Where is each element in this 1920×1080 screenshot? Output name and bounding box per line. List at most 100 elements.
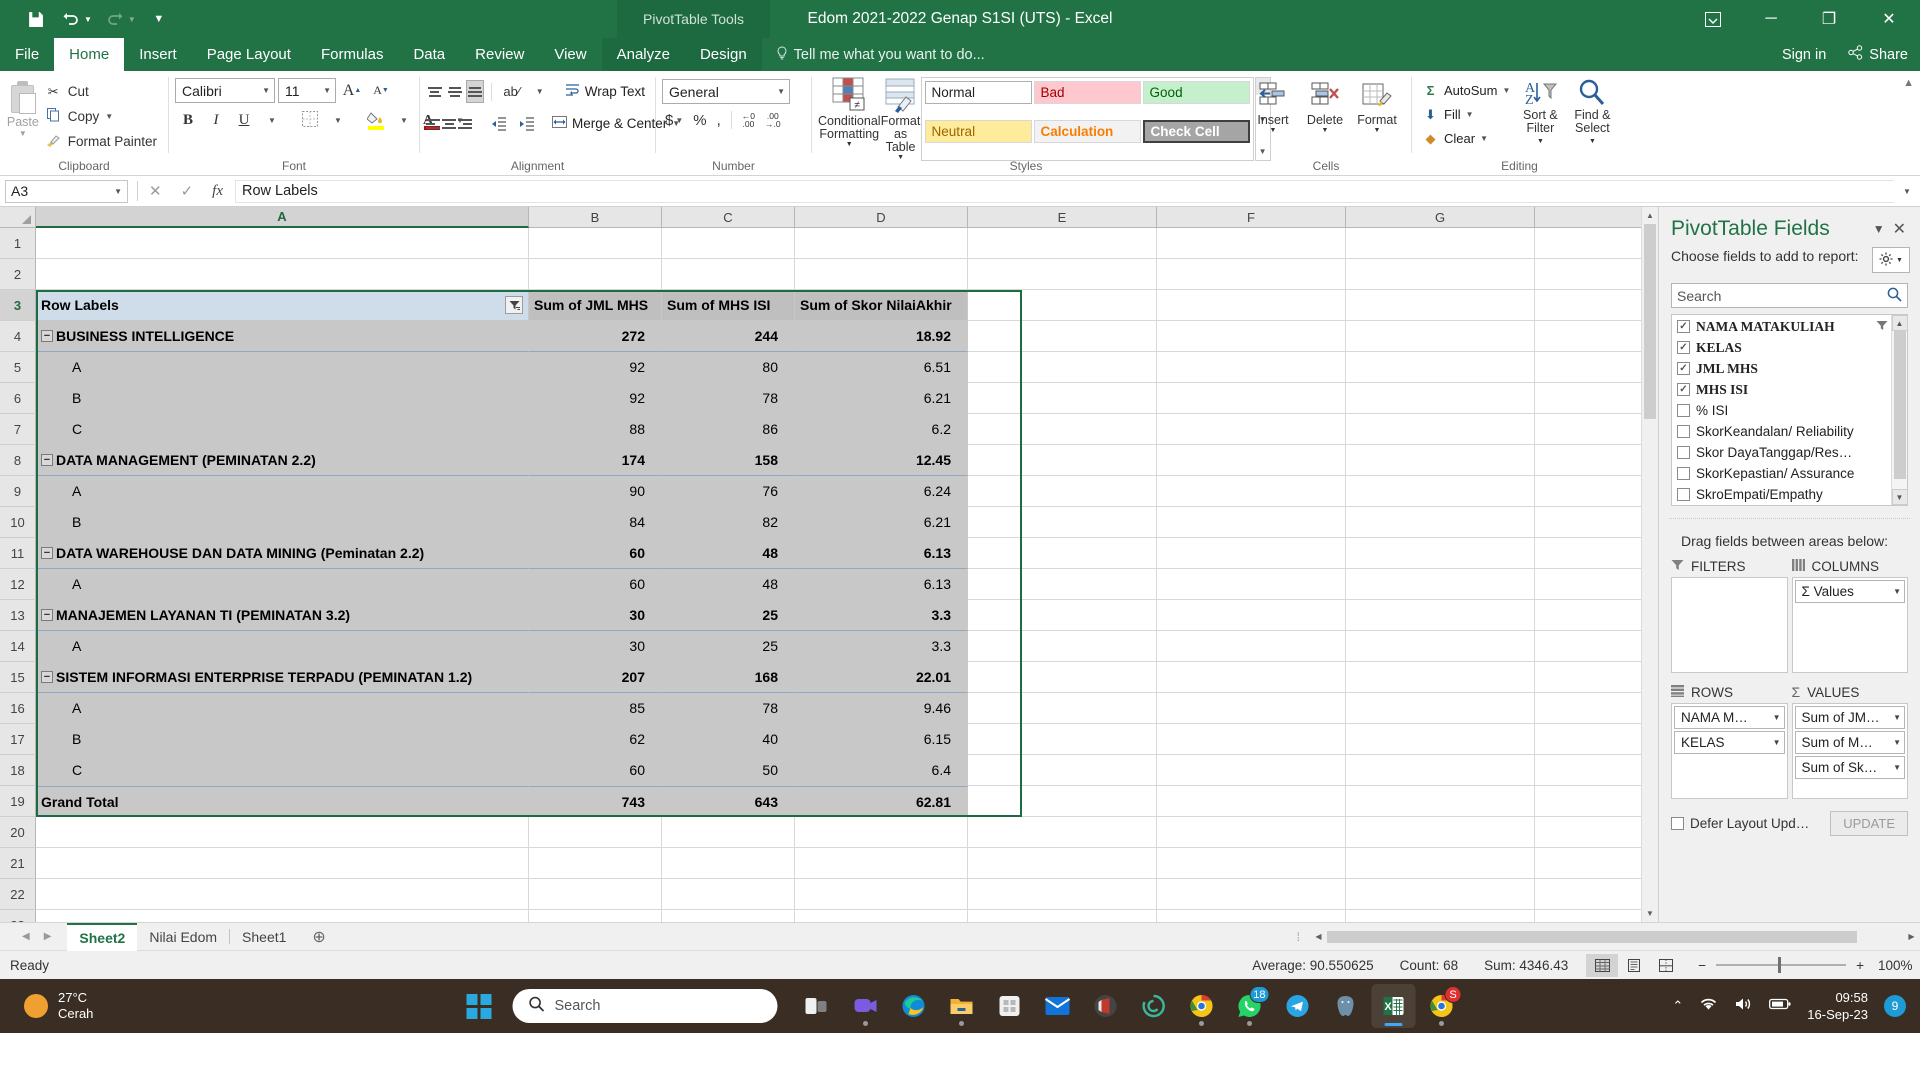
rows-dropzone[interactable]: NAMA M… ▼ KELAS ▼ <box>1671 703 1788 799</box>
cell-B18[interactable]: 60 <box>529 755 662 786</box>
cell-E2[interactable] <box>968 259 1157 290</box>
row-header-15[interactable]: 15 <box>0 662 36 693</box>
share-button[interactable]: Share <box>1848 45 1908 64</box>
chip-dropdown-icon[interactable]: ▼ <box>1893 738 1901 747</box>
taskbar-clock[interactable]: 09:58 16-Sep-23 <box>1807 989 1868 1023</box>
cell-A5[interactable]: A <box>36 352 529 383</box>
fill-button[interactable]: ⬇ Fill ▼ <box>1418 103 1514 126</box>
cell-A18[interactable]: C <box>36 755 529 786</box>
fill-color-dropdown-icon[interactable]: ▼ <box>391 108 417 133</box>
cell-style-good[interactable]: Good <box>1142 81 1250 104</box>
area-filters[interactable]: FILTERS <box>1671 555 1788 673</box>
cell-H2[interactable] <box>1535 259 1655 290</box>
cell-E16[interactable] <box>968 693 1157 724</box>
zoom-control[interactable]: − + <box>1682 957 1878 973</box>
minimize-button[interactable]: ─ <box>1742 0 1800 38</box>
cell-A6[interactable]: B <box>36 383 529 414</box>
row-header-21[interactable]: 21 <box>0 848 36 879</box>
field-item[interactable]: % ISI <box>1672 400 1891 421</box>
cell-D7[interactable]: 6.2 <box>795 414 968 445</box>
chip-sum-jml-mhs[interactable]: Sum of JM… ▼ <box>1794 706 1905 729</box>
cell-F17[interactable] <box>1157 724 1346 755</box>
align-right-button[interactable] <box>458 112 472 135</box>
cell-E13[interactable] <box>968 600 1157 631</box>
cell-F22[interactable] <box>1157 879 1346 910</box>
cell-H19[interactable] <box>1535 786 1655 817</box>
cell-C14[interactable]: 25 <box>662 631 795 662</box>
cancel-formula-icon[interactable]: ✕ <box>149 182 162 200</box>
cell-C22[interactable] <box>662 879 795 910</box>
cell-F7[interactable] <box>1157 414 1346 445</box>
cell-C13[interactable]: 25 <box>662 600 795 631</box>
delete-cells-button[interactable]: Delete ▼ <box>1299 75 1351 134</box>
cell-C3[interactable]: Sum of MHS ISI <box>662 290 795 321</box>
cell-F2[interactable] <box>1157 259 1346 290</box>
cell-C2[interactable] <box>662 259 795 290</box>
cell-E18[interactable] <box>968 755 1157 786</box>
office-icon[interactable] <box>1084 984 1128 1028</box>
conditional-formatting-button[interactable]: ≠ Conditional Formatting ▼ <box>818 75 881 161</box>
cell-B12[interactable]: 60 <box>529 569 662 600</box>
page-layout-icon[interactable] <box>1618 954 1650 977</box>
cell-A15[interactable]: − SISTEM INFORMASI ENTERPRISE TERPADU (PE… <box>36 662 529 693</box>
cell-H12[interactable] <box>1535 569 1655 600</box>
cell-B8[interactable]: 174 <box>529 445 662 476</box>
cell-H4[interactable] <box>1535 321 1655 352</box>
cell-B19[interactable]: 743 <box>529 786 662 817</box>
cell-G15[interactable] <box>1346 662 1535 693</box>
cell-A11[interactable]: − DATA WAREHOUSE DAN DATA MINING (Peminat… <box>36 538 529 569</box>
align-top-button[interactable] <box>426 80 444 103</box>
values-dropzone[interactable]: Sum of JM… ▼ Sum of M… ▼ Sum of Sk… ▼ <box>1791 703 1908 799</box>
cell-H3[interactable] <box>1535 290 1655 321</box>
cell-style-bad[interactable]: Bad <box>1033 81 1141 104</box>
hscroll-right-icon[interactable]: ▶ <box>1903 929 1920 945</box>
cell-A22[interactable] <box>36 879 529 910</box>
cell-D15[interactable]: 22.01 <box>795 662 968 693</box>
cell-C19[interactable]: 643 <box>662 786 795 817</box>
cell-F8[interactable] <box>1157 445 1346 476</box>
filters-dropzone[interactable] <box>1671 577 1788 673</box>
tab-design[interactable]: Design <box>684 38 762 71</box>
cell-H18[interactable] <box>1535 755 1655 786</box>
wifi-icon[interactable] <box>1699 996 1718 1017</box>
cell-F23[interactable] <box>1157 910 1346 922</box>
cell-H17[interactable] <box>1535 724 1655 755</box>
cell-G10[interactable] <box>1346 507 1535 538</box>
field-item[interactable]: ✓ MHS ISI <box>1672 379 1891 400</box>
collapse-group-icon[interactable]: − <box>41 547 53 559</box>
cell-C4[interactable]: 244 <box>662 321 795 352</box>
orientation-button[interactable]: ab⁄ <box>499 79 525 104</box>
cell-style-neutral[interactable]: Neutral <box>924 120 1032 143</box>
row-header-22[interactable]: 22 <box>0 879 36 910</box>
tab-file[interactable]: File <box>0 38 54 71</box>
save-icon[interactable] <box>18 4 52 34</box>
clear-dropdown-icon[interactable]: ▼ <box>1480 134 1488 143</box>
copy-dropdown-icon[interactable]: ▼ <box>105 112 113 121</box>
underline-button[interactable]: U <box>231 108 257 133</box>
row-header-20[interactable]: 20 <box>0 817 36 848</box>
panel-menu-icon[interactable]: ▼ <box>1869 222 1889 236</box>
tab-home[interactable]: Home <box>54 38 125 71</box>
cell-D23[interactable] <box>795 910 968 922</box>
align-bottom-button[interactable] <box>465 80 484 103</box>
cell-B4[interactable]: 272 <box>529 321 662 352</box>
cell-D5[interactable]: 6.51 <box>795 352 968 383</box>
row-header-23[interactable]: 23 <box>0 910 36 922</box>
cell-E5[interactable] <box>968 352 1157 383</box>
cell-A8[interactable]: − DATA MANAGEMENT (PEMINATAN 2.2) <box>36 445 529 476</box>
cell-B3[interactable]: Sum of JML MHS <box>529 290 662 321</box>
copy-button[interactable]: Copy ▼ <box>40 105 162 128</box>
tell-me-box[interactable]: Tell me what you want to do... <box>762 38 985 71</box>
cell-D1[interactable] <box>795 228 968 259</box>
cell-G13[interactable] <box>1346 600 1535 631</box>
cell-G8[interactable] <box>1346 445 1535 476</box>
cell-A19[interactable]: Grand Total <box>36 786 529 817</box>
collapse-group-icon[interactable]: − <box>41 330 53 342</box>
cell-H7[interactable] <box>1535 414 1655 445</box>
cell-E15[interactable] <box>968 662 1157 693</box>
cell-B6[interactable]: 92 <box>529 383 662 414</box>
field-checkbox[interactable] <box>1677 404 1690 417</box>
chip-sum-mhs-isi[interactable]: Sum of M… ▼ <box>1794 731 1905 754</box>
field-checkbox[interactable] <box>1677 467 1690 480</box>
sheet-resize-handle[interactable]: ⁞ <box>1287 930 1310 944</box>
